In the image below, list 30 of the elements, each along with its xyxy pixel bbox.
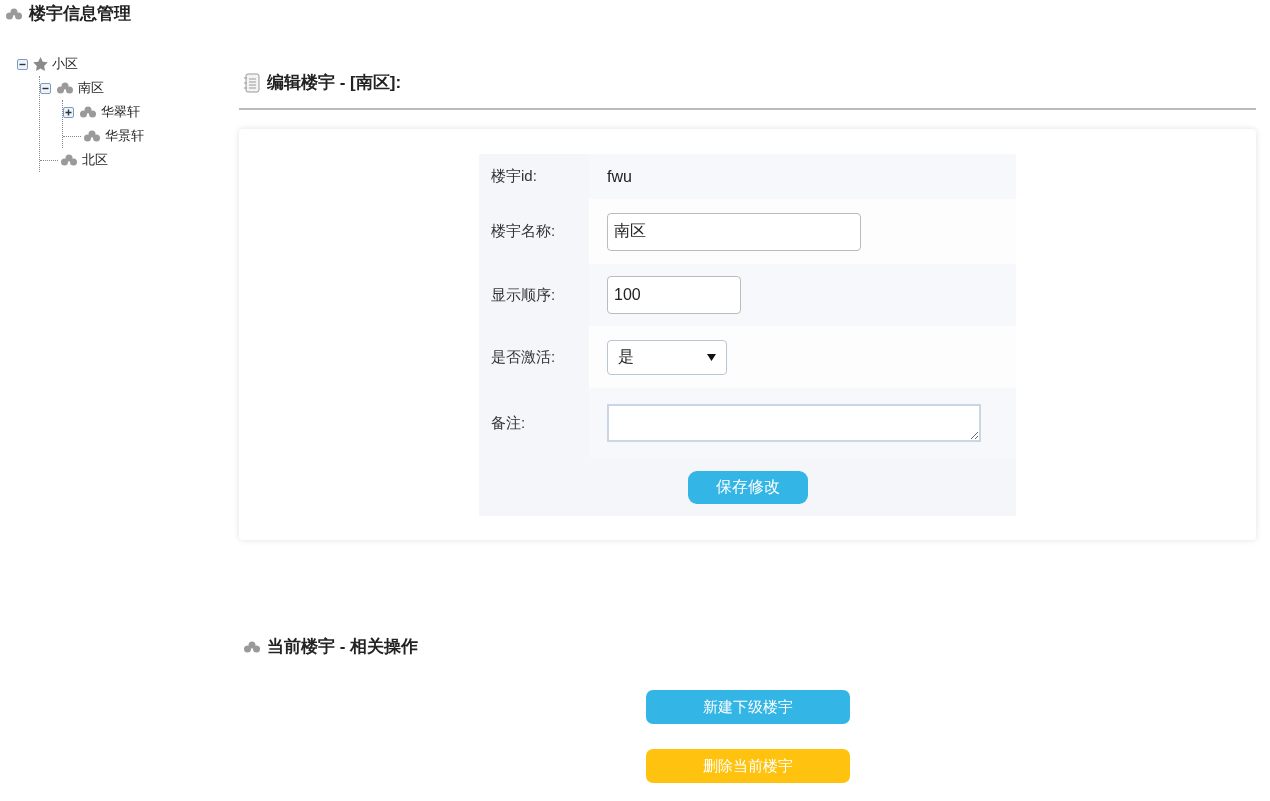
collapse-toggle[interactable] xyxy=(17,58,28,70)
cloud-icon xyxy=(56,82,74,94)
field-label: 是否激活: xyxy=(491,346,556,367)
dropdown[interactable]: 是 xyxy=(607,339,727,375)
field-label: 楼宇名称: xyxy=(491,221,556,242)
cloud-icon xyxy=(79,106,97,118)
caret-icon xyxy=(707,353,716,361)
textarea-field[interactable] xyxy=(607,404,981,442)
tree-item[interactable]: 北区 xyxy=(82,150,108,170)
field-value: fwu xyxy=(607,166,632,187)
field-label: 楼宇id: xyxy=(491,166,537,187)
field-label: 备注: xyxy=(491,412,526,433)
field-label: 显示顺序: xyxy=(491,284,556,305)
tree-item[interactable]: 华翠轩 xyxy=(101,102,140,122)
tree-item[interactable]: 华景轩 xyxy=(105,126,144,146)
tree-item[interactable]: 小区 xyxy=(52,54,78,74)
cloud-icon xyxy=(83,130,101,142)
notebook-icon xyxy=(243,73,261,93)
star-icon xyxy=(33,57,48,71)
expand-toggle[interactable] xyxy=(63,106,74,118)
section-title: 当前楼宇 - 相关操作 xyxy=(267,636,419,659)
input-field[interactable]: 100 xyxy=(607,276,741,314)
section-title: 编辑楼宇 - [南区]: xyxy=(267,72,402,95)
page-title: 楼宇信息管理 xyxy=(29,2,131,25)
cloud-icon xyxy=(5,7,23,20)
input-field[interactable]: 南区 xyxy=(607,212,861,251)
cloud-icon xyxy=(60,154,78,166)
cloud-icon xyxy=(243,641,261,653)
tree-item[interactable]: 南区 xyxy=(78,78,104,98)
collapse-toggle[interactable] xyxy=(40,82,51,94)
